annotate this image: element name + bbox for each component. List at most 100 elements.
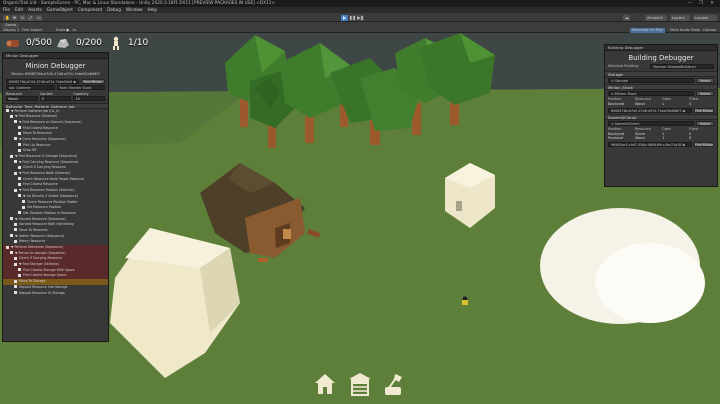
window-title: OrganicTrail.init - SampleScene - PC, Ma… [3, 1, 276, 6]
behavior-tree: ▼ Perform Gatherer Job (GL_0) ▼ Find Reso… [3, 109, 108, 297]
move-tool-icon[interactable]: ✥ [11, 14, 18, 21]
capacity-stat-value: 10 [73, 95, 106, 101]
find-minion-button[interactable]: Find Minion [81, 78, 105, 84]
node-status-icon [18, 273, 21, 277]
stats-toggle[interactable]: Stats [691, 28, 700, 33]
tree-node-label: ▼ Perform Gatherer Job (GL_0) [11, 108, 60, 113]
minion-guid-row: 6906576b-b7a5-47d6-a97e-7ebe50e8d6f7 ◉ Fi… [605, 107, 717, 114]
minion-debugger-title: Minion Debugger [25, 62, 86, 70]
tree-node-label: Check If Carrying Resource [19, 256, 63, 261]
minion-character[interactable] [462, 296, 468, 306]
building-object-row: ◎ Minion_Stock Select [605, 90, 717, 97]
select-building-button[interactable]: Select [696, 78, 714, 83]
building-object-field[interactable]: ◎ Sawmill(Clone) [608, 120, 694, 126]
select-building-button[interactable]: Select [696, 91, 714, 96]
find-minion-button[interactable]: Find Minion [694, 107, 714, 113]
tree-node-label: Find Closest Resource [23, 125, 58, 130]
build-sawmill-button[interactable] [345, 369, 375, 399]
role-field: Role: Wander Stock [56, 84, 105, 90]
slot-resource: Wood [635, 136, 645, 140]
select-building-button[interactable]: Select [696, 120, 714, 126]
tree-node-label: Get Random Position In Resource [23, 210, 76, 215]
game-viewport[interactable]: 0/500 0/200 1/10 Minion Debugger Minion … [0, 33, 720, 404]
scale-label: Scale [56, 28, 66, 32]
tree-node-label: Find Closest Storage With Space [23, 267, 75, 272]
minion-guid-field[interactable]: 6906576b-b7a5-47d6-a97e-7ebe50e8d6f7 ◉ [608, 107, 692, 113]
gizmos-toggle[interactable]: Gizmos [703, 28, 716, 33]
tree-node-label: ▼ Find Resource Node (Selector) [19, 171, 71, 176]
scale-slider[interactable]: ● [66, 28, 69, 33]
person-icon [113, 36, 119, 50]
building-object-field[interactable]: ◎ Minion_Stock [608, 91, 694, 96]
display-dropdown[interactable]: Display 1 [3, 28, 19, 33]
main-toolbar: ✋ ✥ ↻ ⤢ ▭ ▶ ❚❚ ▶❚ ☁ Account Layers Layou… [0, 13, 720, 22]
building-object-field[interactable]: ◎ Storage [608, 78, 694, 83]
tree-node-label: Move To Resource [19, 227, 48, 232]
node-status-icon [10, 251, 13, 255]
building-debugger-panel: Building Debugger Building Debugger Sele… [604, 44, 718, 187]
tree-node-label: ▼ Find Storage (Selector) [19, 262, 60, 267]
slot-resource: Wood [635, 102, 645, 106]
node-status-icon [18, 268, 21, 272]
hand-tool-icon[interactable]: ✋ [3, 14, 10, 21]
node-status-icon [14, 262, 17, 266]
build-house-button[interactable] [310, 369, 340, 399]
scale-tool-icon[interactable]: ⤢ [27, 14, 34, 21]
slot-open: 1 [662, 136, 665, 140]
slot-open: 1 [662, 102, 665, 106]
maximize-on-play-toggle[interactable]: Maximize On Play [630, 28, 666, 33]
node-status-icon [6, 245, 9, 249]
find-minion-button[interactable]: Find Minion [694, 141, 714, 147]
aspect-dropdown[interactable]: Free Aspect [22, 28, 42, 33]
minion-guid-field[interactable]: 96900bc4-c9d7-456a-9646-69cc4bc23a18 ◉ [608, 141, 692, 147]
minion-job-row: Job: Gatherer Role: Wander Stock [3, 84, 108, 90]
selection-dome-highlight [595, 243, 705, 323]
rect-tool-icon[interactable]: ▭ [35, 14, 42, 21]
node-status-icon [18, 143, 21, 147]
tree-node-label: Find Closest Resource [23, 182, 58, 187]
tree-node[interactable]: Deposit Resource To Storage [3, 291, 108, 297]
node-status-icon [14, 239, 17, 243]
carried-stat-value: 0 [39, 95, 72, 101]
tab-game[interactable]: Game [2, 22, 20, 28]
window-controls[interactable]: — ❐ ✕ [688, 0, 717, 7]
building-object-row: ◎ Sawmill(Clone) Select [605, 120, 717, 127]
node-status-icon [18, 165, 21, 169]
step-button[interactable]: ▶❚ [357, 14, 364, 21]
tree-node-label: ▼ Return to storage (Sequence) [15, 250, 66, 255]
population-count: 1/10 [128, 38, 149, 48]
node-status-icon [14, 222, 17, 226]
build-woodcutter-button[interactable] [378, 369, 408, 399]
tree-node-label: Deposit Resource To Storage [19, 290, 65, 295]
pause-button[interactable]: ❚❚ [349, 14, 356, 21]
tree-node-label: Check Resource Position Visible [27, 199, 78, 204]
cloud-icon[interactable]: ☁ [623, 14, 630, 21]
node-status-icon [18, 194, 21, 198]
node-status-icon [6, 109, 9, 112]
tree-node-label: Set Resource Position [27, 205, 62, 210]
tree-node-label: Drop Off [23, 148, 37, 153]
minion-guid-row: 96900bc4-c9d7-456a-9646-69cc4bc23a18 ◉ Fi… [605, 141, 717, 148]
node-status-icon [10, 234, 13, 238]
rotate-tool-icon[interactable]: ↻ [19, 14, 26, 21]
node-status-icon [22, 205, 25, 209]
minion-object-field[interactable]: 6906576b-b7a5-47d6-a97e-7ebe50e8 ◉ [6, 78, 79, 84]
selected-building-field[interactable]: Storage (StorageBuilding) [650, 64, 714, 69]
tree-node-label: ▼ Go Directly If Visible (Sequence) [23, 193, 78, 198]
population-counter: 1/10 [110, 35, 148, 51]
node-status-icon [18, 131, 21, 135]
node-status-icon [18, 126, 21, 130]
account-dropdown[interactable]: Account [645, 14, 667, 21]
stone-count: 0/200 [76, 38, 102, 48]
mute-audio-toggle[interactable]: Mute Audio [670, 28, 690, 33]
tree-node-label: ▼ Perform Deliveries (Sequence) [11, 245, 64, 249]
layout-dropdown[interactable]: Layout [693, 14, 717, 21]
layers-dropdown[interactable]: Layers [670, 14, 690, 21]
tree-node-label: Deposit Resource Into Storage [19, 284, 68, 289]
node-status-icon [14, 188, 17, 192]
minion-debugger-panel: Minion Debugger Minion Debugger Minion: … [2, 52, 109, 342]
slot-position: Producer [608, 136, 624, 140]
play-button[interactable]: ▶ [341, 14, 348, 21]
node-status-icon [14, 160, 17, 164]
job-field: Job: Gatherer [6, 84, 55, 90]
